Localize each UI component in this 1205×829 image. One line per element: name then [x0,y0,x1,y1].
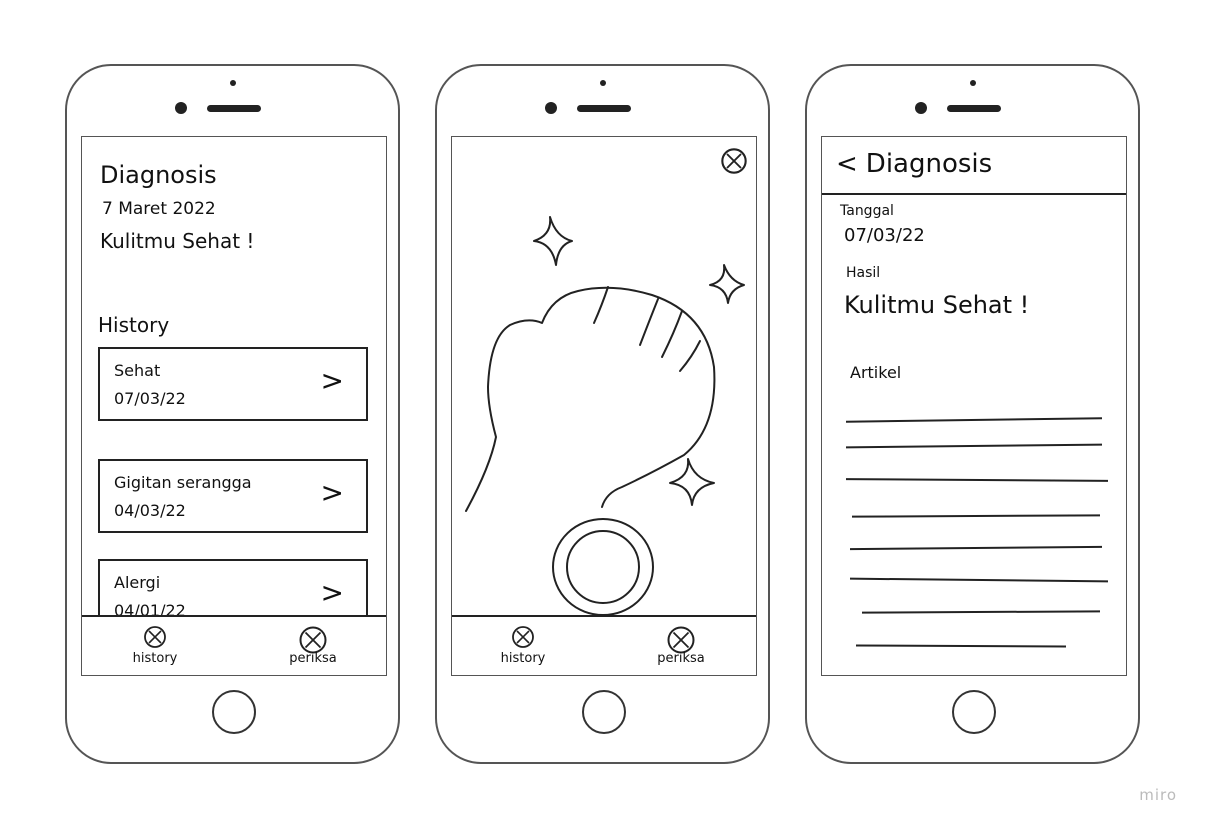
speaker-slot [207,105,261,112]
speaker-slot [947,105,1001,112]
sparkle-icon [669,458,715,506]
nav-periksa-label: periksa [289,651,337,666]
camera-dot [545,102,557,114]
tanggal-value: 07/03/22 [844,225,925,246]
history-card-date: 07/03/22 [114,389,186,408]
sparkle-icon [533,216,573,266]
chevron-right-icon: > [320,576,344,609]
history-icon [512,626,534,648]
page-title: Diagnosis [100,161,217,189]
camera-dot [175,102,187,114]
article-line [851,514,1101,518]
camera-dot [915,102,927,114]
phone-camera: history periksa [435,64,770,764]
sensor-dot [969,80,976,86]
article-line [855,644,1067,648]
back-icon[interactable]: < [836,149,858,179]
miro-watermark: miro [1139,786,1177,804]
artikel-label: Artikel [850,363,902,382]
history-card-label: Sehat [114,361,161,380]
history-heading: History [98,313,170,337]
screen-camera: history periksa [451,136,757,676]
shutter-button[interactable] [548,515,658,619]
chevron-right-icon: > [320,476,344,509]
history-icon [144,626,166,648]
article-line [861,610,1101,614]
history-card-date: 04/03/22 [114,501,186,520]
history-card[interactable]: Sehat 07/03/22 > [98,347,368,421]
home-button[interactable] [212,690,256,734]
screen-detail: < Diagnosis Tanggal 07/03/22 Hasil Kulitm… [821,136,1127,676]
history-card[interactable]: Gigitan serangga 04/03/22 > [98,459,368,533]
article-line [849,545,1103,551]
page-title: Diagnosis [865,149,993,179]
bottom-nav: history periksa [82,615,386,675]
nav-periksa[interactable]: periksa [636,625,726,666]
history-card-label: Gigitan serangga [114,473,252,492]
nav-history[interactable]: history [478,625,568,666]
bottom-nav: history periksa [452,615,756,675]
home-button[interactable] [582,690,626,734]
tanggal-label: Tanggal [840,203,894,219]
sparkle-icon [709,264,745,304]
phone-history: Diagnosis 7 Maret 2022 Kulitmu Sehat ! H… [65,64,400,764]
sensor-dot [229,80,236,86]
hasil-value: Kulitmu Sehat ! [844,291,1030,319]
hasil-label: Hasil [846,265,881,281]
diagnosis-date: 7 Maret 2022 [102,199,216,219]
article-line [845,443,1103,449]
phone-diagnosis-detail: < Diagnosis Tanggal 07/03/22 Hasil Kulitm… [805,64,1140,764]
nav-history[interactable]: history [110,625,200,666]
article-line [845,478,1109,482]
home-button[interactable] [952,690,996,734]
nav-history-label: history [132,651,178,666]
chevron-right-icon: > [320,364,344,397]
nav-periksa-label: periksa [657,651,705,666]
screen-history: Diagnosis 7 Maret 2022 Kulitmu Sehat ! H… [81,136,387,676]
history-card-label: Alergi [114,573,161,592]
diagnosis-status: Kulitmu Sehat ! [100,229,255,253]
nav-periksa[interactable]: periksa [268,625,358,666]
article-line [845,417,1103,423]
article-line [849,577,1109,583]
detail-header: < Diagnosis [836,149,992,179]
sensor-dot [599,80,606,86]
header-divider [822,193,1126,195]
nav-history-label: history [500,651,546,666]
speaker-slot [577,105,631,112]
